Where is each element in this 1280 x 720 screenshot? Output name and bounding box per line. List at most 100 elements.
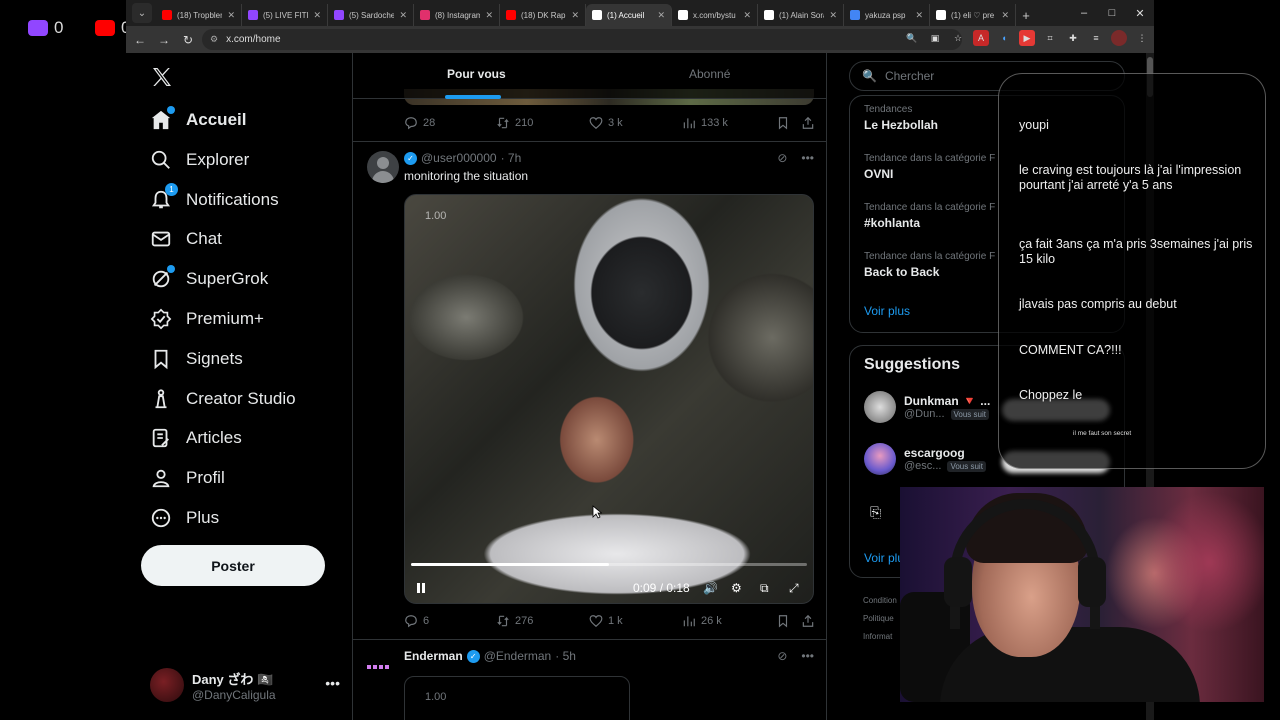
nav-item-premium[interactable]: Premium+ [150, 304, 264, 334]
trend-item[interactable]: Tendance dans la catégorie F OVNI [864, 153, 995, 181]
video-player[interactable]: 1.00 0:09 / 0:18 🔊 ⚙ ⧉ ⤢ [404, 194, 814, 604]
nav-item-notifications[interactable]: 1 Notifications [150, 182, 279, 215]
nav-item-plus[interactable]: Plus [150, 503, 219, 533]
video-progress-bar[interactable] [411, 563, 807, 566]
tab-pour-vous[interactable]: Pour vous [447, 67, 506, 81]
reposts-action[interactable]: 210 [496, 116, 533, 130]
video-player[interactable]: 1.00 [404, 676, 630, 720]
close-window-button[interactable]: ✕ [1126, 0, 1154, 26]
suggestion-item[interactable]: Dunkman 🔻 ... @Dun... Vous suit [864, 391, 990, 423]
browser-tab[interactable]: x.com/bystu ✕ [672, 4, 758, 26]
browser-tab[interactable]: yakuza psp ✕ [844, 4, 930, 26]
show-more-link[interactable]: Voir plu [864, 551, 904, 565]
profile-avatar-icon[interactable] [1111, 30, 1127, 46]
extension-red-icon[interactable]: ▶ [1019, 30, 1035, 46]
trend-item[interactable]: Tendance dans la catégorie F Back to Bac… [864, 251, 995, 279]
close-tab-icon[interactable]: ✕ [399, 10, 407, 21]
nav-item-signets[interactable]: Signets [150, 344, 243, 374]
bookmark-action[interactable] [776, 614, 790, 628]
browser-tab[interactable]: (5) LIVE FITE ✕ [242, 4, 328, 26]
views-action[interactable]: 133 k [682, 116, 728, 130]
nav-item-articles[interactable]: Articles [150, 423, 242, 453]
site-info-icon[interactable]: ⚙ [210, 34, 218, 45]
trend-item[interactable]: Tendance dans la catégorie F #kohlanta [864, 202, 995, 230]
post-handle[interactable]: @Enderman [484, 649, 552, 663]
nav-item-supergrok[interactable]: SuperGrok [150, 264, 268, 294]
post-time[interactable]: · 7h [501, 151, 522, 165]
cast-icon[interactable]: ▣ [927, 30, 943, 46]
post-handle[interactable]: @user000000 [421, 151, 497, 165]
translate-icon[interactable]: ⎘ [870, 504, 881, 521]
reposts-action[interactable]: 276 [496, 614, 533, 628]
browser-tab[interactable]: (5) Sardoche ✕ [328, 4, 414, 26]
close-tab-icon[interactable]: ✕ [313, 10, 321, 21]
browser-menu-icon[interactable]: ⋮ [1134, 30, 1150, 46]
browser-tab[interactable]: (8) Instagram ✕ [414, 4, 500, 26]
close-tab-icon[interactable]: ✕ [485, 10, 493, 21]
grok-icon[interactable]: ⊘ [777, 151, 787, 165]
grok-icon[interactable]: ⊘ [777, 649, 787, 663]
close-tab-icon[interactable]: ✕ [915, 10, 923, 21]
extensions-puzzle-icon[interactable]: ✚ [1065, 30, 1081, 46]
footer-link[interactable]: Informat [863, 632, 892, 641]
post-author-name[interactable]: Enderman [404, 649, 463, 663]
show-more-link[interactable]: Voir plus [864, 304, 910, 318]
tab-search-button[interactable]: ⌄ [132, 3, 152, 23]
browser-tab[interactable]: (1) Alain Soral ✕ [758, 4, 844, 26]
browser-tab[interactable]: (18) DK Rap ✕ [500, 4, 586, 26]
avatar[interactable] [367, 656, 399, 670]
share-action[interactable] [801, 614, 815, 628]
nav-item-profil[interactable]: Profil [150, 463, 225, 493]
pdf-extension-icon[interactable]: A [973, 30, 989, 46]
footer-link[interactable]: Politique [863, 614, 894, 623]
reload-button[interactable]: ↻ [180, 33, 196, 47]
close-tab-icon[interactable]: ✕ [571, 10, 579, 21]
suggestion-item[interactable]: escargoog @esc... Vous suit [864, 443, 986, 475]
fullscreen-icon[interactable]: ⤢ [789, 579, 799, 597]
new-tab-button[interactable]: + [1016, 4, 1036, 26]
nav-item-chat[interactable]: Chat [150, 224, 222, 254]
browser-tab[interactable]: (1) Accueil ✕ [586, 4, 672, 26]
nav-item-explorer[interactable]: Explorer [150, 145, 249, 175]
post-button[interactable]: Poster [141, 545, 325, 586]
replies-action[interactable]: 28 [404, 116, 435, 130]
close-tab-icon[interactable]: ✕ [1001, 10, 1009, 21]
close-tab-icon[interactable]: ✕ [829, 10, 837, 21]
close-tab-icon[interactable]: ✕ [657, 10, 665, 21]
extension-scan-icon[interactable]: ⌗ [1042, 30, 1058, 46]
x-logo-icon[interactable] [150, 65, 174, 89]
picture-in-picture-icon[interactable]: ⧉ [760, 579, 769, 597]
settings-gear-icon[interactable]: ⚙ [731, 579, 742, 597]
zoom-icon[interactable]: 🔍 [904, 30, 920, 46]
bookmark-star-icon[interactable]: ☆ [950, 30, 966, 46]
close-tab-icon[interactable]: ✕ [227, 10, 235, 21]
browser-tab[interactable]: (18) Tropblem ✕ [156, 4, 242, 26]
more-options-icon[interactable]: ••• [325, 675, 340, 691]
media-control-icon[interactable]: ≡ [1088, 30, 1104, 46]
replies-action[interactable]: 6 [404, 614, 429, 628]
minimize-button[interactable]: – [1070, 0, 1098, 26]
nav-item-accueil[interactable]: Accueil [150, 105, 246, 135]
more-options-icon[interactable]: ••• [801, 151, 814, 165]
post-time[interactable]: · 5h [555, 649, 576, 663]
avatar[interactable] [367, 151, 399, 183]
account-switcher[interactable]: Dany ざわ 🏴‍☠️ @DanyCaligula ••• [150, 665, 340, 705]
views-action[interactable]: 26 k [682, 614, 722, 628]
trend-item[interactable]: Tendances Le Hezbollah [864, 104, 938, 132]
footer-link[interactable]: Condition [863, 596, 897, 605]
share-action[interactable] [801, 116, 815, 130]
back-button[interactable]: ← [132, 33, 148, 47]
tab-abonne[interactable]: Abonné [689, 67, 730, 81]
close-tab-icon[interactable]: ✕ [743, 10, 751, 21]
maximize-button[interactable]: □ [1098, 0, 1126, 26]
forward-button[interactable]: → [156, 33, 172, 47]
bookmark-action[interactable] [776, 116, 790, 130]
address-bar[interactable]: ⚙ x.com/home [202, 29, 962, 50]
likes-action[interactable]: 3 k [589, 116, 623, 130]
more-options-icon[interactable]: ••• [801, 649, 814, 663]
likes-action[interactable]: 1 k [589, 614, 623, 628]
pause-icon[interactable] [415, 579, 427, 597]
extension-blue-icon[interactable]: ◖ [996, 30, 1012, 46]
volume-icon[interactable]: 🔊 [703, 579, 718, 597]
browser-tab[interactable]: (1) eli ♡ pre ✕ [930, 4, 1016, 26]
